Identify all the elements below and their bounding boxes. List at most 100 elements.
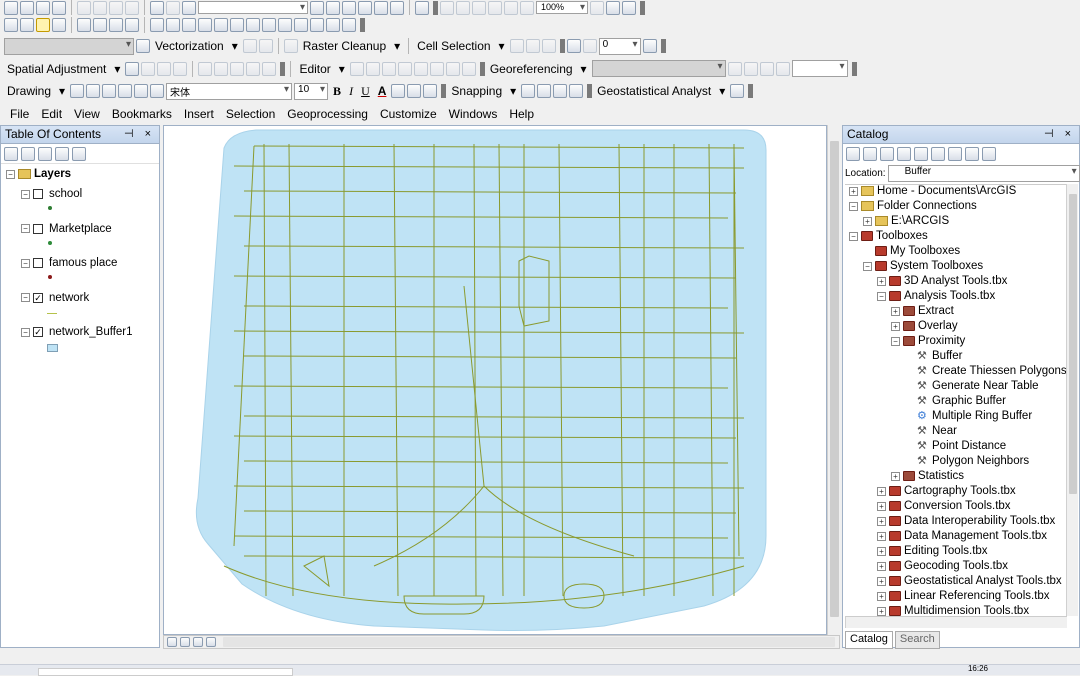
catalog-item[interactable]: ⚒ Graphic Buffer — [905, 395, 1006, 407]
rotate-icon[interactable] — [413, 61, 428, 76]
python-icon[interactable] — [390, 0, 404, 15]
spatial-adjustment-menu[interactable]: Spatial Adjustment — [4, 62, 109, 76]
edit-vertices-icon[interactable] — [349, 61, 364, 76]
cell-value-input[interactable]: 0 — [598, 37, 641, 55]
catalog-item[interactable]: + Data Interoperability Tools.tbx — [877, 515, 1055, 527]
layer-network[interactable]: − ✓ network — [21, 292, 89, 304]
fixed-zoom-out-icon[interactable] — [93, 18, 107, 32]
catalog-item[interactable]: + Data Management Tools.tbx — [877, 530, 1047, 542]
default-gdb-icon[interactable] — [914, 147, 928, 161]
swipe-icon[interactable] — [342, 18, 356, 32]
catalog-item[interactable]: − Analysis Tools.tbx — [877, 290, 995, 302]
layout-full-icon[interactable] — [488, 0, 502, 15]
vertex-snap-icon[interactable] — [553, 84, 568, 98]
catalog-item[interactable]: + Overlay — [891, 320, 958, 332]
font-name-dropdown[interactable]: 宋体 — [166, 82, 293, 100]
expand-toggle[interactable]: + — [877, 516, 886, 526]
font-color-button[interactable]: A — [375, 84, 390, 98]
arctoolbox-icon[interactable] — [374, 0, 388, 15]
measure-icon[interactable] — [246, 18, 260, 32]
expand-toggle[interactable]: + — [877, 576, 886, 586]
expand-toggle[interactable]: − — [849, 201, 858, 211]
underline-button[interactable]: U — [358, 84, 373, 99]
snapping-menu[interactable]: Snapping — [448, 84, 505, 98]
menu-bookmarks[interactable]: Bookmarks — [106, 107, 178, 121]
back-icon[interactable] — [846, 147, 860, 161]
collapse-toggle[interactable]: − — [21, 327, 30, 337]
rectangle-icon[interactable] — [118, 84, 133, 98]
limit-adjustment-icon[interactable] — [214, 61, 229, 76]
collapse-toggle[interactable]: − — [21, 258, 30, 268]
layers-root[interactable]: − Layers — [6, 168, 71, 180]
expand-toggle[interactable]: + — [891, 321, 900, 331]
catalog-item[interactable]: + Editing Tools.tbx — [877, 545, 988, 557]
layout-view-icon[interactable] — [180, 637, 190, 647]
catalog-item[interactable]: + E:\ARCGIS — [863, 215, 949, 227]
paste-icon[interactable] — [109, 0, 123, 15]
location-dropdown[interactable]: Buffer — [887, 164, 1080, 182]
layout-zoom-in-icon[interactable] — [440, 0, 454, 15]
open-icon[interactable] — [20, 0, 34, 15]
search-window-icon[interactable] — [358, 0, 372, 15]
menu-insert[interactable]: Insert — [178, 107, 220, 121]
catalog-item[interactable]: + Home - Documents\ArcGIS — [849, 185, 1016, 197]
cell-tool-2-icon[interactable] — [525, 39, 540, 53]
views-icon[interactable] — [982, 147, 996, 161]
menu-file[interactable]: File — [4, 107, 35, 121]
expand-toggle[interactable]: + — [877, 531, 886, 541]
catalog-item[interactable]: ⚒ Polygon Neighbors — [905, 455, 1029, 467]
raster-layer-dropdown[interactable] — [4, 37, 134, 55]
save-icon[interactable] — [36, 0, 50, 15]
html-popup-icon[interactable] — [230, 18, 244, 32]
vectorization-menu[interactable]: Vectorization — [152, 39, 227, 53]
text-tool-icon[interactable] — [134, 84, 149, 98]
catalog-item[interactable]: ⚒ Buffer — [905, 350, 962, 362]
disconnect-folder-icon[interactable] — [965, 147, 979, 161]
rotate-draw-icon[interactable] — [86, 84, 101, 98]
vector-tool-2-icon[interactable] — [258, 39, 273, 53]
fixed-zoom-in-icon[interactable] — [77, 18, 91, 32]
copy-icon[interactable] — [93, 0, 107, 15]
flag-icon[interactable] — [642, 39, 657, 53]
shift-icon[interactable] — [743, 61, 758, 76]
raster-info-icon[interactable] — [566, 39, 581, 53]
cell-tool-3-icon[interactable] — [541, 39, 556, 53]
menu-help[interactable]: Help — [503, 107, 540, 121]
layer-visibility-checkbox[interactable] — [33, 258, 43, 268]
georeferencing-menu[interactable]: Georeferencing — [487, 62, 576, 76]
catalog-item[interactable]: + Statistics — [891, 470, 964, 482]
vector-tool-1-icon[interactable] — [242, 39, 257, 53]
expand-toggle[interactable]: + — [849, 186, 858, 196]
attribute-transfer-icon[interactable] — [262, 61, 277, 76]
change-layout-icon[interactable] — [622, 0, 636, 15]
italic-button[interactable]: I — [346, 84, 356, 99]
catalog-item[interactable]: + Extract — [891, 305, 954, 317]
pan-hand-icon[interactable] — [36, 18, 50, 32]
catalog-item[interactable]: + Cartography Tools.tbx — [877, 485, 1016, 497]
map-canvas[interactable] — [164, 126, 827, 635]
catalog-item[interactable]: + Linear Referencing Tools.tbx — [877, 590, 1050, 602]
fill-color-icon[interactable] — [391, 84, 406, 98]
find-icon[interactable] — [262, 18, 276, 32]
horizontal-scrollbar[interactable] — [223, 637, 835, 647]
catalog-item[interactable]: − Folder Connections — [849, 200, 977, 212]
edit-tool-icon[interactable] — [125, 61, 140, 76]
adjustment-preview-icon[interactable] — [246, 61, 261, 76]
layout-fixed-in-icon[interactable] — [504, 0, 518, 15]
reshape-icon[interactable] — [365, 61, 380, 76]
toggle-draft-icon[interactable] — [590, 0, 604, 15]
catalog-item[interactable]: ⚙ Multiple Ring Buffer — [905, 410, 1032, 422]
layout-fixed-out-icon[interactable] — [520, 0, 534, 15]
layer-visibility-checkbox[interactable]: ✓ — [33, 327, 43, 337]
collapse-toggle[interactable]: − — [21, 189, 30, 199]
expand-toggle[interactable]: + — [877, 546, 886, 556]
view-link-table-georef-icon[interactable] — [775, 61, 790, 76]
collapse-toggle[interactable]: − — [21, 224, 30, 233]
multi-link-icon[interactable] — [173, 61, 188, 76]
zoom-whole-page-icon[interactable] — [102, 84, 117, 98]
zoom-in-icon[interactable] — [4, 18, 18, 32]
back-extent-icon[interactable] — [109, 18, 123, 32]
add-data-icon[interactable] — [182, 0, 196, 15]
catalog-item[interactable]: + Conversion Tools.tbx — [877, 500, 1011, 512]
menu-view[interactable]: View — [68, 107, 106, 121]
